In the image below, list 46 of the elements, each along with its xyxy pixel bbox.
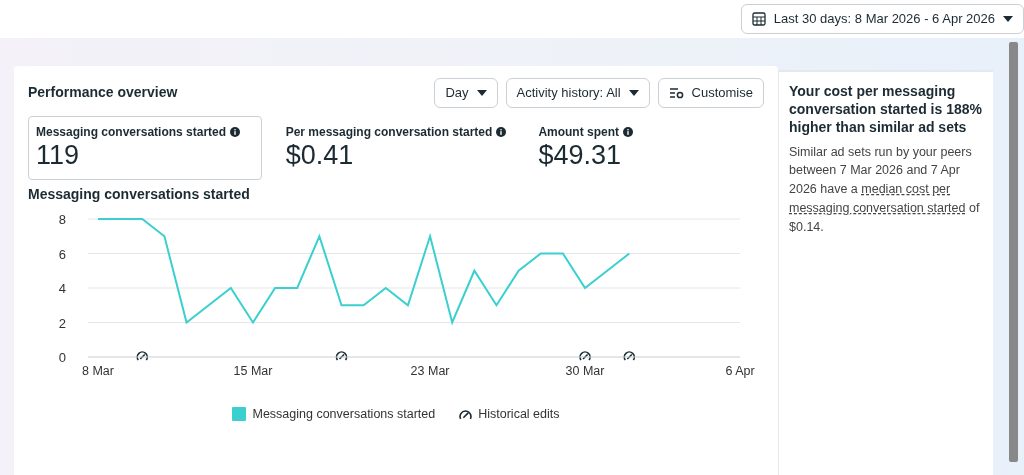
insight-title: Your cost per messaging conversation started is 188% higher than similar ad sets xyxy=(789,82,983,137)
calendar-icon xyxy=(751,12,766,26)
customise-button[interactable]: Customise xyxy=(657,78,764,108)
caret-icon xyxy=(628,90,639,96)
scrollbar[interactable] xyxy=(1009,42,1018,462)
info-link[interactable]: median cost per xyxy=(861,182,951,197)
metric-tile[interactable]: Amount spent $49.31 xyxy=(530,116,764,180)
y-axis-label: 2 xyxy=(58,315,66,331)
filter-dropdown[interactable]: Activity history: All xyxy=(505,78,650,108)
y-axis-label: 6 xyxy=(58,246,66,262)
settings-icon xyxy=(668,87,684,99)
legend-swatch xyxy=(232,407,247,422)
metric-value: 119 xyxy=(36,141,81,171)
metric-tile[interactable]: Messaging conversations started 119 xyxy=(28,116,262,180)
metric-label: Messaging conversations started xyxy=(36,124,227,141)
metric-value: $0.41 xyxy=(285,141,355,171)
y-axis-label: 4 xyxy=(58,281,66,296)
x-axis-label: 8 Mar xyxy=(82,364,114,378)
x-axis-label: 23 Mar xyxy=(410,364,450,378)
historical-edit-icon xyxy=(623,351,636,361)
historical-edit-icon xyxy=(136,351,149,361)
metric-tile[interactable]: Per messaging conversation started $0.41 xyxy=(277,116,515,180)
metric-value: $49.31 xyxy=(538,141,622,171)
info-link[interactable]: messaging conversation started xyxy=(789,200,966,215)
y-axis-label: 8 xyxy=(58,212,66,227)
metric-label: Amount spent xyxy=(538,124,620,141)
y-axis-label: 0 xyxy=(58,350,66,365)
date-range-dropdown[interactable]: Last 30 days: 8 Mar 2026 - 6 Apr 2026 xyxy=(740,4,1024,34)
info-icon xyxy=(230,127,241,137)
legend-label: Messaging conversations started xyxy=(252,406,436,423)
panel-title: Performance overview xyxy=(28,83,178,102)
insight-text: Similar ad sets run by your peers between 7 Mar 2026 and 7 Apr 2026 have a median cost per messaging conversation started of $0.14. xyxy=(789,143,981,236)
x-axis-label: 15 Mar xyxy=(233,364,273,378)
info-icon xyxy=(623,127,634,137)
chart-title: Messaging conversations started xyxy=(28,185,251,204)
metric-label: Per messaging conversation started xyxy=(285,124,493,141)
x-axis-label: 6 Apr xyxy=(725,364,755,378)
info-icon xyxy=(496,127,507,137)
legend-label: Historical edits xyxy=(478,406,560,423)
caret-icon xyxy=(476,90,487,96)
historical-edit-icon xyxy=(579,351,591,361)
x-axis-label: 30 Mar xyxy=(565,364,605,378)
caret-icon xyxy=(1003,16,1013,22)
historical-edit-icon xyxy=(459,408,473,420)
filter-dropdown[interactable]: Day xyxy=(434,78,498,108)
historical-edit-icon xyxy=(335,351,348,361)
